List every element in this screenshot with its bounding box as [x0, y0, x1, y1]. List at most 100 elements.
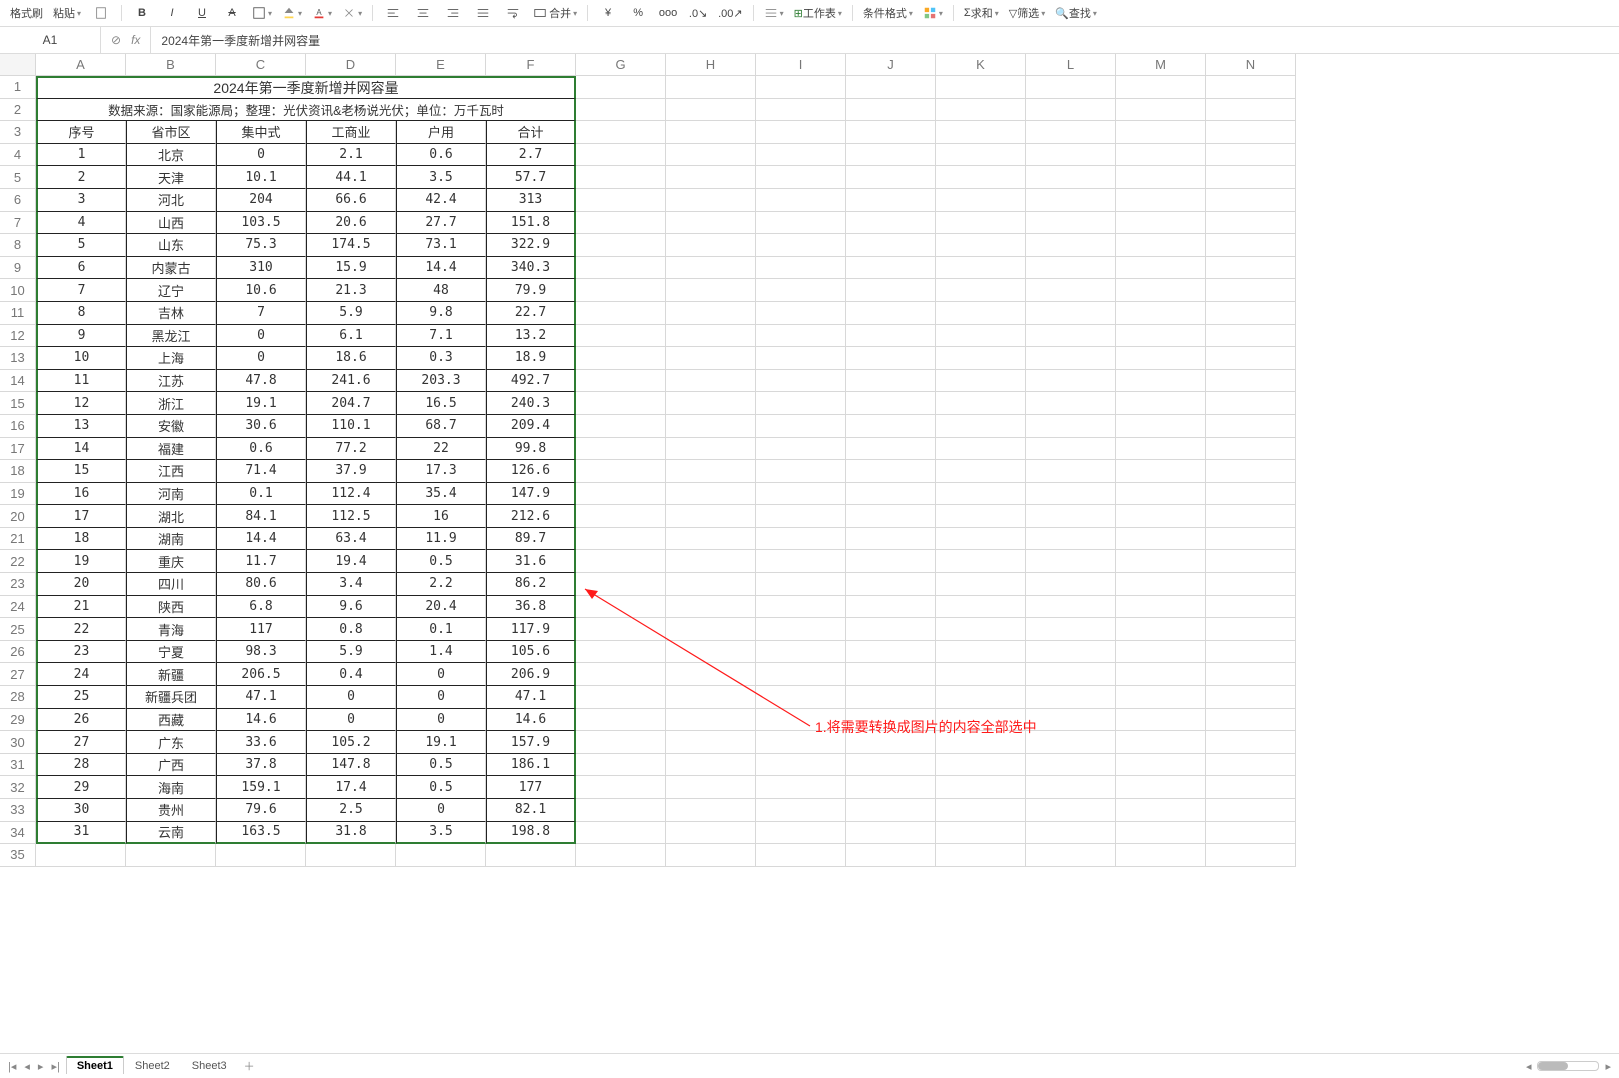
cell[interactable] — [1116, 166, 1206, 189]
cell[interactable] — [1026, 302, 1116, 325]
cell[interactable] — [756, 596, 846, 619]
cell[interactable]: 安徽 — [126, 415, 216, 438]
cell[interactable] — [576, 189, 666, 212]
cell[interactable]: 28 — [36, 754, 126, 777]
formula-input[interactable]: 2024年第一季度新增并网容量 — [151, 32, 1619, 49]
cell[interactable]: 18.6 — [306, 347, 396, 370]
cell[interactable]: 0.8 — [306, 618, 396, 641]
cell[interactable]: 27.7 — [396, 212, 486, 235]
cell[interactable] — [1116, 189, 1206, 212]
cell[interactable]: 174.5 — [306, 234, 396, 257]
cell[interactable] — [1206, 212, 1296, 235]
cell[interactable] — [36, 844, 126, 867]
row-header[interactable]: 22 — [0, 550, 36, 573]
cell[interactable] — [846, 99, 936, 122]
cell[interactable] — [1116, 573, 1206, 596]
cell[interactable] — [756, 460, 846, 483]
row-header[interactable]: 16 — [0, 415, 36, 438]
cell[interactable] — [576, 822, 666, 845]
cell[interactable] — [846, 438, 936, 461]
cell[interactable]: 14 — [36, 438, 126, 461]
row-header[interactable]: 25 — [0, 618, 36, 641]
sheet-tab[interactable]: Sheet2 — [124, 1057, 181, 1074]
cell[interactable] — [756, 844, 846, 867]
cell[interactable] — [756, 754, 846, 777]
cell[interactable] — [1206, 731, 1296, 754]
italic-button[interactable]: I — [158, 3, 186, 23]
cell[interactable] — [1206, 415, 1296, 438]
cell[interactable]: 177 — [486, 776, 576, 799]
row-header[interactable]: 15 — [0, 392, 36, 415]
cell[interactable] — [576, 731, 666, 754]
cell[interactable] — [936, 483, 1026, 506]
cell[interactable] — [756, 776, 846, 799]
cell[interactable] — [756, 212, 846, 235]
filter-button[interactable]: ▽ 筛选 — [1005, 3, 1049, 23]
row-header[interactable]: 31 — [0, 754, 36, 777]
cell[interactable]: 2.7 — [486, 144, 576, 167]
cell[interactable] — [1026, 573, 1116, 596]
cell[interactable] — [756, 686, 846, 709]
cell[interactable] — [666, 460, 756, 483]
cell[interactable] — [756, 392, 846, 415]
cell[interactable]: 四川 — [126, 573, 216, 596]
cell[interactable] — [846, 370, 936, 393]
cell[interactable]: 19.1 — [216, 392, 306, 415]
row-header[interactable]: 7 — [0, 212, 36, 235]
cell[interactable] — [666, 641, 756, 664]
cell[interactable] — [1206, 392, 1296, 415]
cell[interactable] — [756, 641, 846, 664]
cell[interactable]: 1 — [36, 144, 126, 167]
cell[interactable] — [666, 325, 756, 348]
cell[interactable]: 79.9 — [486, 279, 576, 302]
cell[interactable] — [576, 121, 666, 144]
cell[interactable]: 17 — [36, 505, 126, 528]
cell[interactable]: 206.5 — [216, 663, 306, 686]
cell[interactable] — [1116, 460, 1206, 483]
cell[interactable]: 11 — [36, 370, 126, 393]
cell[interactable] — [936, 76, 1026, 99]
cell[interactable]: 21.3 — [306, 279, 396, 302]
cell[interactable] — [1206, 505, 1296, 528]
cell[interactable] — [486, 844, 576, 867]
cell[interactable] — [846, 776, 936, 799]
fx-icon[interactable]: fx — [131, 33, 140, 47]
column-header[interactable]: C — [216, 54, 306, 76]
cell[interactable] — [1116, 844, 1206, 867]
cell[interactable] — [666, 483, 756, 506]
row-header[interactable]: 19 — [0, 483, 36, 506]
cell[interactable]: 黑龙江 — [126, 325, 216, 348]
cell[interactable] — [936, 257, 1026, 280]
cell[interactable] — [576, 144, 666, 167]
cell[interactable] — [576, 596, 666, 619]
cell[interactable]: 7 — [216, 302, 306, 325]
cell[interactable] — [936, 279, 1026, 302]
cell[interactable] — [666, 686, 756, 709]
row-header[interactable]: 10 — [0, 279, 36, 302]
cell[interactable] — [666, 799, 756, 822]
row-header[interactable]: 32 — [0, 776, 36, 799]
cell[interactable] — [1026, 822, 1116, 845]
cell[interactable]: 0 — [396, 799, 486, 822]
row-header[interactable]: 13 — [0, 347, 36, 370]
cell[interactable]: 105.2 — [306, 731, 396, 754]
font-color-button[interactable]: A — [308, 3, 336, 23]
cell[interactable]: 159.1 — [216, 776, 306, 799]
cell[interactable]: 22 — [36, 618, 126, 641]
cell[interactable] — [666, 618, 756, 641]
cell[interactable] — [846, 754, 936, 777]
cell[interactable]: 上海 — [126, 347, 216, 370]
cell[interactable]: 1.4 — [396, 641, 486, 664]
cell[interactable] — [126, 844, 216, 867]
row-header[interactable]: 14 — [0, 370, 36, 393]
align-left-button[interactable] — [379, 3, 407, 23]
cell[interactable]: 206.9 — [486, 663, 576, 686]
cell[interactable] — [756, 144, 846, 167]
row-header[interactable]: 27 — [0, 663, 36, 686]
cell[interactable] — [1206, 641, 1296, 664]
cell[interactable]: 9.8 — [396, 302, 486, 325]
column-header[interactable]: A — [36, 54, 126, 76]
cell[interactable] — [666, 279, 756, 302]
cell[interactable]: 15.9 — [306, 257, 396, 280]
cell[interactable] — [846, 663, 936, 686]
